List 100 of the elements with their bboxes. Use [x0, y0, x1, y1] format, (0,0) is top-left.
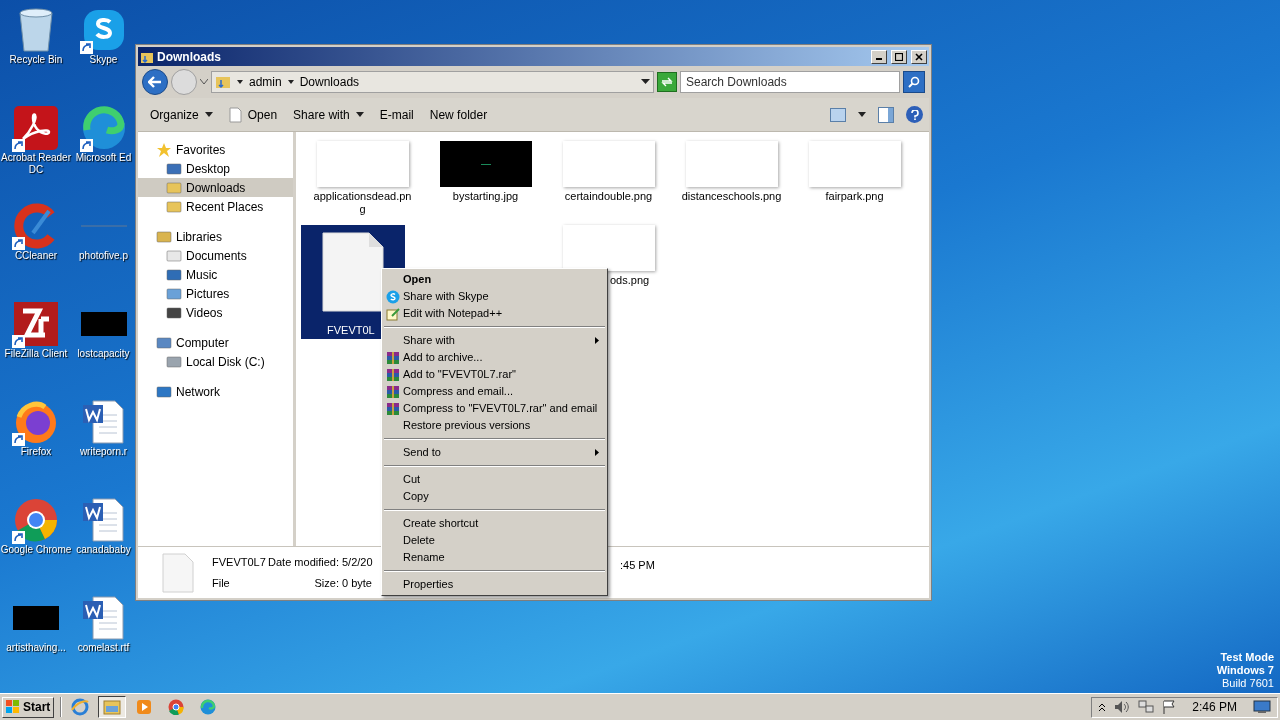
search-field[interactable]: Search Downloads: [680, 71, 900, 93]
desktop-icon-label[interactable]: artisthaving...: [6, 642, 66, 654]
help-button[interactable]: [906, 106, 923, 123]
nav-item[interactable]: Videos: [138, 303, 293, 322]
menu-item[interactable]: Add to "FVEVT0L7.rar": [382, 366, 607, 383]
nav-item[interactable]: Recent Places: [138, 197, 293, 216]
network-icon[interactable]: [1138, 700, 1155, 714]
menu-item[interactable]: Send to: [382, 444, 607, 461]
image-thumbnail: [13, 606, 59, 630]
menu-item[interactable]: Compress to "FVEVT0L7.rar" and email: [382, 400, 607, 417]
address-bar[interactable]: admin Downloads: [211, 71, 654, 93]
file-name: applicationsdead.png: [312, 190, 413, 216]
desktop-icon-label[interactable]: Skype: [89, 54, 118, 66]
menu-item[interactable]: Rename: [382, 549, 607, 566]
file-item[interactable]: applicationsdead.png: [301, 141, 424, 217]
desktop-icon-label[interactable]: photofive.p: [79, 250, 128, 262]
file-item[interactable]: distanceschools.png: [670, 141, 793, 217]
desktop-icon-label[interactable]: Acrobat Reader DC: [0, 152, 72, 176]
desktop-icon-label[interactable]: Microsoft Ed: [75, 152, 132, 164]
nav-item[interactable]: Local Disk (C:): [138, 352, 293, 371]
breadcrumb-item[interactable]: Downloads: [299, 73, 360, 91]
file-name: bystarting.jpg: [451, 190, 520, 203]
submenu-arrow-icon: [595, 337, 599, 344]
skype-icon: [386, 289, 400, 304]
archive-icon: [386, 350, 400, 365]
maximize-button[interactable]: [891, 49, 907, 64]
start-button[interactable]: Start: [2, 696, 55, 718]
search-icon: [908, 76, 920, 88]
refresh-button[interactable]: [657, 72, 677, 92]
breadcrumb-item[interactable]: admin: [249, 73, 282, 91]
chrome-icon: [168, 699, 185, 715]
folder-icon: [215, 74, 231, 90]
nav-item[interactable]: Music: [138, 265, 293, 284]
caret-icon[interactable]: [641, 79, 650, 85]
speaker-icon[interactable]: [1114, 700, 1131, 714]
view-button[interactable]: [830, 107, 846, 122]
desktop-icon-label[interactable]: FileZilla Client: [4, 348, 68, 360]
menu-item[interactable]: Add to archive...: [382, 349, 607, 366]
nav-item[interactable]: Downloads: [138, 178, 293, 197]
system-notice-text: Test Mode: [1220, 651, 1274, 664]
search-button[interactable]: [903, 71, 925, 93]
nav-item[interactable]: Desktop: [138, 159, 293, 178]
archive-icon: [386, 367, 400, 382]
detail-value: 5/2/20: [342, 555, 373, 570]
system-notice-text: Build 7601: [1222, 677, 1274, 690]
desktop-icon-label[interactable]: writeporn.r: [79, 446, 128, 458]
desktop-icon-label[interactable]: Recycle Bin: [9, 54, 63, 66]
file-item[interactable]: bystarting.jpg: [424, 141, 547, 217]
nav-item[interactable]: Favorites: [138, 140, 293, 159]
submenu-arrow-icon: [595, 449, 599, 456]
caret-icon[interactable]: [858, 112, 866, 117]
refresh-icon: [661, 77, 673, 87]
folder-icon: [166, 198, 182, 215]
flag-icon[interactable]: [1162, 700, 1177, 714]
preview-pane-button[interactable]: [878, 106, 894, 123]
show-desktop-icon[interactable]: [1253, 700, 1271, 714]
detail-value: 0 byte: [342, 575, 372, 591]
nav-item[interactable]: Documents: [138, 246, 293, 265]
nav-item[interactable]: Libraries: [138, 227, 293, 246]
nav-item[interactable]: Network: [138, 382, 293, 401]
maximize-icon: [895, 52, 903, 61]
library-icon: [156, 228, 172, 245]
caret-icon[interactable]: [237, 79, 243, 85]
taskbar-button[interactable]: [98, 696, 127, 718]
desktop-icon-label[interactable]: CCleaner: [14, 250, 58, 262]
toolbar-button[interactable]: Open: [222, 101, 284, 128]
desktop-icon-label[interactable]: comelast.rtf: [77, 642, 130, 654]
menu-item[interactable]: Delete: [382, 532, 607, 549]
menu-item[interactable]: Restore previous versions: [382, 417, 607, 434]
archive-icon: [386, 401, 400, 416]
toolbar-button[interactable]: Share with: [287, 101, 370, 128]
minimize-button[interactable]: [871, 49, 887, 64]
back-button[interactable]: [142, 69, 168, 95]
computer-icon: [156, 334, 172, 351]
nav-item[interactable]: Computer: [138, 333, 293, 352]
edge-icon: [200, 699, 217, 715]
toolbar-button[interactable]: New folder: [423, 101, 494, 128]
music-note-icon: [166, 266, 182, 283]
desktop-icon-label[interactable]: Firefox: [20, 446, 52, 458]
clock[interactable]: 2:46 PM: [1192, 698, 1237, 716]
acrobat-icon: [13, 105, 59, 151]
menu-item[interactable]: Compress and email...: [382, 383, 607, 400]
file-item[interactable]: fairpark.png: [793, 141, 916, 217]
menu-item[interactable]: Cut: [382, 471, 607, 488]
close-button[interactable]: [911, 49, 927, 64]
desktop-icon-label[interactable]: Google Chrome: [0, 544, 72, 556]
caret-icon[interactable]: [287, 79, 294, 85]
chevron-up-icon[interactable]: [1098, 702, 1107, 712]
desktop-icon-label[interactable]: lostcapacity: [77, 348, 130, 360]
nav-item[interactable]: Pictures: [138, 284, 293, 303]
folder-icon: [103, 699, 122, 715]
toolbar-button[interactable]: Organize: [144, 101, 219, 128]
file-name: ods.png: [609, 274, 651, 287]
menu-item[interactable]: Properties: [382, 576, 607, 593]
toolbar-button[interactable]: E-mail: [373, 101, 420, 128]
desktop-icon: [166, 160, 182, 177]
desktop-icon-label[interactable]: canadababy: [76, 544, 131, 556]
menu-item[interactable]: Copy: [382, 488, 607, 505]
file-item[interactable]: certaindouble.png: [547, 141, 670, 217]
menu-item[interactable]: Create shortcut: [382, 515, 607, 532]
